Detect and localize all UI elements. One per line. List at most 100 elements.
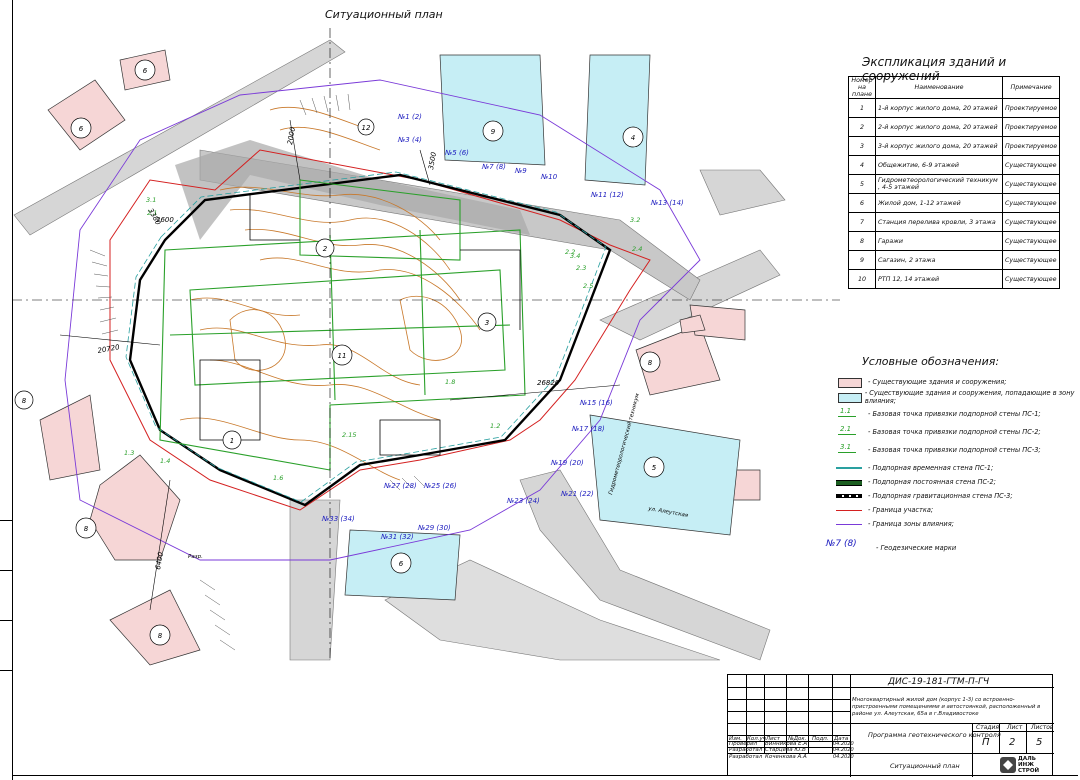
base-point: 1.8 — [445, 378, 455, 386]
legend-label: - Граница зоны влияния; — [868, 520, 954, 528]
building-marker: 4 — [631, 134, 635, 142]
geodetic-mark: №33 (34) — [321, 515, 355, 523]
geodetic-mark: №29 (30) — [417, 524, 451, 532]
building-marker: 8 — [22, 397, 27, 405]
legend-symbol: 2.1 — [836, 425, 864, 439]
legend-label: - Существующие здания и сооружения, попа… — [864, 389, 1075, 405]
building-marker: 6 — [143, 67, 148, 75]
legend-symbol — [836, 517, 864, 531]
geodetic-mark: №27 (28) — [383, 482, 417, 490]
legend-symbol: №7 (8) — [826, 539, 857, 549]
base-point: 1.4 — [160, 457, 170, 465]
building-marker: 12 — [362, 124, 371, 132]
building-marker: 5 — [652, 464, 657, 472]
table-row: 7 Станция перелива кровли, 3 этажа Существ… — [848, 212, 1061, 232]
table-row: 1 1-й корпус жилого дома, 20 этажей Проект… — [848, 98, 1061, 118]
geodetic-mark: №21 (22) — [560, 490, 594, 498]
building-marker: 6 — [79, 125, 84, 133]
col-header-sign: Подп. — [812, 736, 829, 742]
legend-label: - Подпорная гравитационная стена ПС-3; — [868, 492, 1013, 500]
legend-item: - Подпорная гравитационная стена ПС-3; — [836, 489, 1013, 503]
sheet-value: 2 — [1009, 737, 1016, 748]
building-marker: 6 — [399, 560, 404, 568]
legend-label: - Существующие здания и сооружения; — [868, 378, 1007, 386]
dimension-text: 2000 — [286, 126, 297, 145]
table-row: 4 Общежитие, 6-9 этажей Существующее — [848, 155, 1061, 175]
geodetic-mark: №5 (6) — [444, 149, 469, 157]
legend-item: 2.1 - Базовая точка привязки подпорной ст… — [836, 425, 1041, 439]
geodetic-mark: №25 (26) — [423, 482, 457, 490]
table-row: 8 Гаражи Существующее — [848, 231, 1061, 251]
legend-item: 1.1 - Базовая точка привязки подпорной ст… — [836, 407, 1041, 421]
legend-symbol — [836, 503, 864, 517]
table-row: 3 3-й корпус жилого дома, 20 этажей Проект… — [848, 136, 1061, 156]
stage-header: Стадия — [976, 724, 1000, 731]
legend-item: 3.1 - Базовая точка привязки подпорной ст… — [836, 443, 1041, 457]
geodetic-mark: №3 (4) — [397, 136, 422, 144]
legend-symbol — [836, 390, 862, 404]
geodetic-mark: №23 (24) — [506, 497, 540, 505]
table-row: 5 Гидрометеорологический техникум , 4-5 э… — [848, 174, 1061, 194]
building-marker: 1 — [230, 437, 234, 445]
project-description: Многоквартирный жилой дом (корпус 1-3) с… — [852, 697, 1041, 717]
misc-label: Разр. — [188, 554, 203, 560]
table-row: 9 Сагазин, 2 этажа Существующее — [848, 250, 1061, 270]
geodetic-mark: №13 (14) — [650, 199, 684, 207]
person-name: Старцева Ю.В — [765, 747, 806, 753]
legend-item: - Существующие здания и сооружения; — [836, 375, 1006, 389]
dimension-text: 20720 — [97, 343, 121, 355]
table-row: 2 2-й корпус жилого дома, 20 этажей Проект… — [848, 117, 1061, 137]
base-point: 1.6 — [273, 474, 283, 482]
legend-item: - Подпорная временная стена ПС-1; — [836, 461, 993, 475]
geodetic-mark: №15 (16) — [579, 399, 613, 407]
base-point: 3.4 — [570, 252, 580, 260]
legend-item: №7 (8) - Геодезические марки — [826, 539, 956, 555]
building-marker: 8 — [158, 632, 163, 640]
base-point: 1.3 — [124, 449, 134, 457]
role: Разработал — [729, 747, 763, 753]
legend-label: - Подпорная постоянная стена ПС-2; — [868, 478, 996, 486]
legend-item: - Граница участка; — [836, 503, 933, 517]
document-name: Программа геотехнического контроля — [868, 731, 1001, 739]
legend-label: - Базовая точка привязки подпорной стены… — [868, 410, 1041, 418]
logo-text: ДАЛЬ ИНЖ СТРОЙ — [1018, 756, 1040, 774]
column-header: Примечание — [1001, 76, 1061, 99]
legend-label: - Граница участка; — [868, 506, 934, 514]
geodetic-mark: №10 — [540, 173, 558, 181]
geodetic-mark: №17 (18) — [571, 425, 605, 433]
building-marker: 2 — [323, 245, 328, 253]
legend-item: - Подпорная постоянная стена ПС-2; — [836, 475, 996, 489]
base-point: 2.15 — [342, 431, 356, 439]
base-point: 2.4 — [632, 245, 642, 253]
dimension-text: 3500 — [427, 151, 438, 170]
stage-value: П — [982, 737, 990, 748]
sign-date: 04.2020 — [833, 754, 854, 760]
person-name: Коченкова А.А — [765, 754, 807, 760]
title-block: ДИС-19-181-ГТМ-П-ГЧ Многоквартирный жило… — [727, 674, 1054, 777]
sheet-header: Лист — [1007, 724, 1023, 731]
table-row: 10 РТП 12, 14 этажей Существующее — [848, 269, 1061, 289]
building-marker: 8 — [84, 525, 89, 533]
sheets-header: Листов — [1031, 724, 1054, 731]
legend-title: Условные обозначения: — [862, 355, 1000, 368]
legend-symbol — [836, 461, 864, 475]
geodetic-mark: №19 (20) — [550, 459, 584, 467]
building-marker: 9 — [491, 128, 496, 136]
sheets-value: 5 — [1036, 737, 1043, 748]
base-point: 1.2 — [490, 422, 500, 430]
legend-label: - Базовая точка привязки подпорной стены… — [868, 428, 1041, 436]
legend-label: - Базовая точка привязки подпорной стены… — [868, 446, 1041, 454]
geodetic-mark: №31 (32) — [380, 533, 414, 541]
sign-date: 04.2020 — [833, 747, 854, 753]
column-header: Наименование — [875, 76, 1003, 99]
logo-mark-icon — [1000, 757, 1016, 773]
legend-item: - Существующие здания и сооружения, попа… — [836, 389, 1080, 405]
column-header: Номер на плане — [848, 76, 876, 99]
legend-label: - Подпорная временная стена ПС-1; — [868, 464, 994, 472]
role: Разработал — [729, 754, 763, 760]
geodetic-mark: №9 — [514, 167, 527, 175]
legend-symbol — [836, 375, 864, 389]
sheet-name: Ситуационный план — [890, 762, 960, 770]
legend-symbol: 3.1 — [836, 443, 864, 457]
dimension-text: 26820 — [537, 379, 560, 387]
